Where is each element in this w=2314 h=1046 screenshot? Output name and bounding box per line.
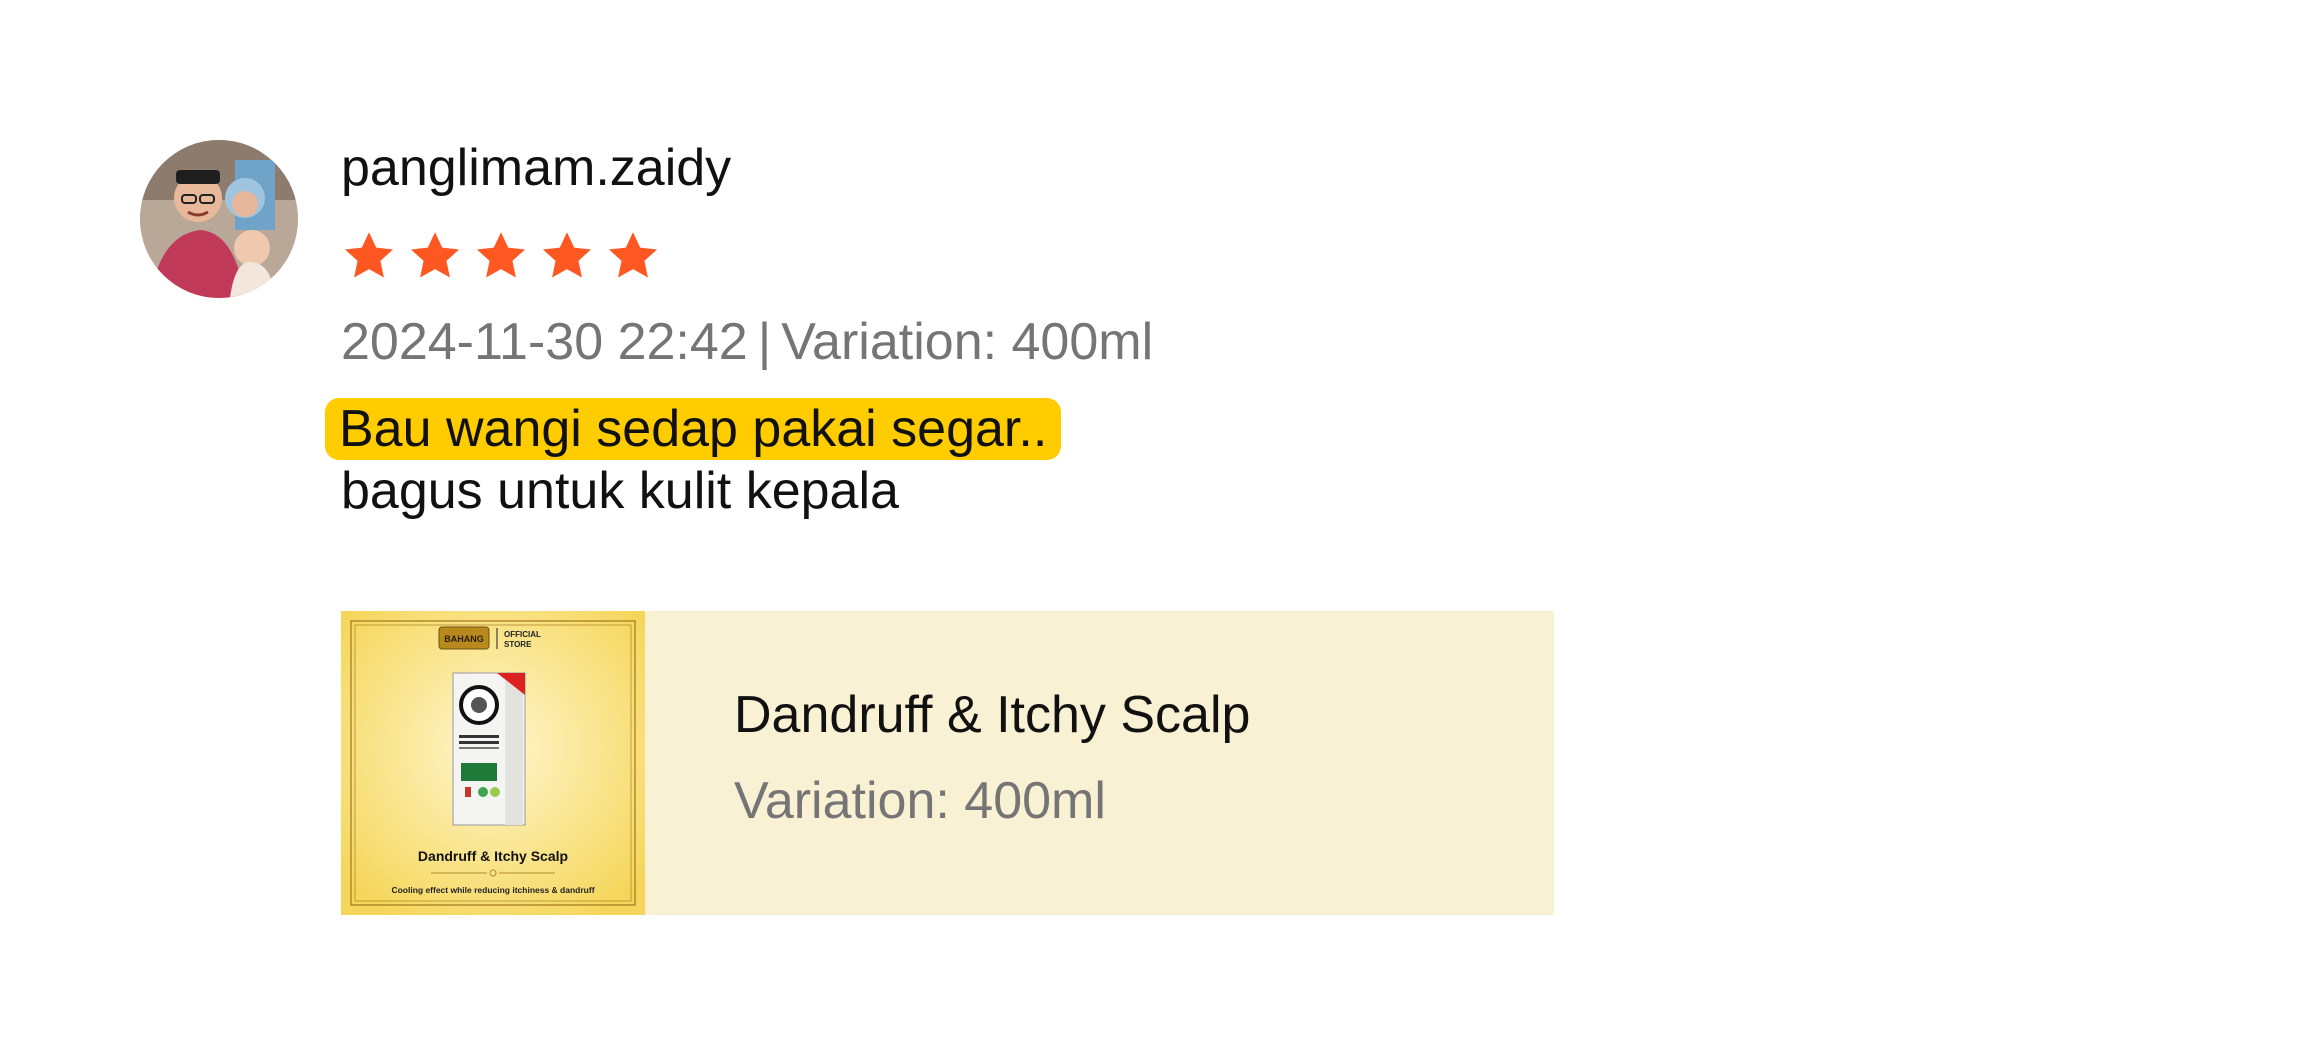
product-name[interactable]: Dandruff & Itchy Scalp [734,686,1250,744]
thumb-official: OFFICIAL [504,630,541,639]
comment-highlight: Bau wangi sedap pakai segar.. [325,398,1062,460]
meta-separator: | [757,313,772,371]
review-card: panglimam.zaidy 2024-11-30 22:42 | Variati… [0,0,2314,1046]
star-icon [344,232,394,278]
product-thumbnail[interactable]: BAHANG OFFICIAL STORE Dandruff & Itchy S… [341,611,645,915]
comment-text: bagus untuk kulit kepala [341,462,899,520]
star-icon [410,232,460,278]
review-meta: 2024-11-30 22:42 | Variation: 400ml [341,313,1154,371]
thumb-tagline: Cooling effect while reducing itchiness … [391,885,594,895]
thumb-title: Dandruff & Itchy Scalp [418,848,568,864]
review-variation: Variation: 400ml [781,313,1154,371]
avatar-photo [140,140,298,298]
star-icon [476,232,526,278]
product-card[interactable]: BAHANG OFFICIAL STORE Dandruff & Itchy S… [341,611,1554,915]
thumb-brand: BAHANG [444,634,484,644]
thumb-store: STORE [504,640,532,649]
rating-stars [341,228,671,284]
star-icon [608,232,658,278]
user-avatar[interactable] [140,140,298,298]
star-icon [542,232,592,278]
username[interactable]: panglimam.zaidy [341,139,731,197]
product-image: BAHANG OFFICIAL STORE Dandruff & Itchy S… [341,611,645,915]
product-variation: Variation: 400ml [734,772,1106,830]
review-date: 2024-11-30 22:42 [341,313,748,371]
review-comment: Bau wangi sedap pakai segar.. bagus untu… [325,398,1062,522]
